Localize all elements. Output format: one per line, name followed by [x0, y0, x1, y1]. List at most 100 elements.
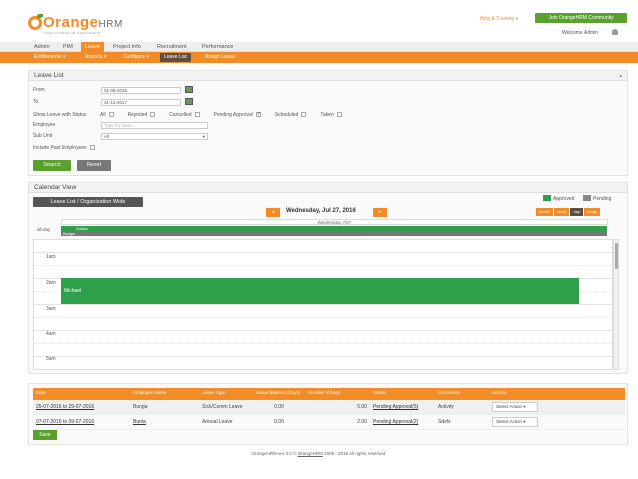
- submenu-reports[interactable]: Reports ▾: [81, 53, 110, 62]
- footer: OrangeHRM ver 3.0 © OrangeHRM 2005 - 201…: [251, 451, 387, 456]
- menu-recruitment[interactable]: Recruitment: [153, 42, 191, 52]
- pending-legend-swatch: [583, 195, 591, 201]
- leave-type-cell: Annual Leave: [199, 414, 253, 430]
- submenu-leave-list[interactable]: Leave List: [160, 53, 191, 62]
- employee-link[interactable]: Bunia: [133, 419, 146, 425]
- pending-legend-label: Pending: [593, 196, 612, 202]
- logo-suffix: HRM: [98, 19, 123, 30]
- status-checkboxes: All Rejected Cancelled Pending Approval …: [100, 111, 356, 118]
- leave-table: Date Employee Name Leave Type Leave Bala…: [33, 388, 625, 430]
- col-status: Status: [370, 388, 435, 400]
- table-row: 25-07-2016 to 29-07-2016 Bunga Sick/Comm…: [33, 400, 625, 415]
- calendar-title: Calendar View: [34, 184, 77, 191]
- employee-input[interactable]: Type for hints...: [101, 122, 208, 129]
- past-employees-checkbox[interactable]: [89, 145, 95, 151]
- menu-leave[interactable]: Leave: [81, 42, 104, 52]
- col-date[interactable]: Date: [33, 388, 130, 400]
- approved-legend-label: Approved: [553, 196, 575, 202]
- status-pending-label: Pending Approval: [213, 112, 253, 118]
- calendar-view-buttons: month week day today: [536, 208, 601, 216]
- leave-list-org-toggle[interactable]: Leave List / Organization Wide: [33, 197, 143, 207]
- day-column-header: Wednesday 7/27: [61, 219, 608, 225]
- status-scheduled-checkbox[interactable]: [301, 112, 307, 118]
- col-days: Number of Days: [305, 388, 370, 400]
- menu-admin[interactable]: Admin: [30, 42, 54, 52]
- status-scheduled-label: Scheduled: [274, 112, 299, 118]
- help-training-link[interactable]: Help & Training ▾: [480, 16, 518, 22]
- join-community-button[interactable]: Join OrangeHRM Community: [535, 13, 627, 23]
- col-balance: Leave Balance (Days): [253, 388, 305, 400]
- action-select[interactable]: Select Action ▾: [492, 402, 538, 412]
- status-rejected-checkbox[interactable]: [150, 112, 156, 118]
- status-taken-checkbox[interactable]: [336, 112, 342, 118]
- orangehrm-logo[interactable]: OrangeHRM: [28, 13, 123, 31]
- table-row: 07-07-2016 to 09-07-2016 Bunia Annual Le…: [33, 414, 625, 430]
- status-link[interactable]: Pending Approval(2): [373, 419, 418, 425]
- col-comments: Comments: [435, 388, 489, 400]
- status-cancelled-checkbox[interactable]: [194, 112, 200, 118]
- save-button[interactable]: Save: [33, 430, 57, 440]
- subunit-label: Sub Unit: [33, 133, 53, 139]
- allday-event[interactable]: Bunga: [61, 231, 607, 236]
- submenu-entitlements[interactable]: Entitlements ▾: [30, 53, 69, 62]
- from-date-input[interactable]: 01-06-2016: [101, 87, 181, 94]
- app-header: OrangeHRM OPEN SOURCE HR MANAGEMENT Help…: [0, 0, 638, 40]
- menu-pim[interactable]: PIM: [59, 42, 77, 52]
- col-leave-type[interactable]: Leave Type: [199, 388, 253, 400]
- calendar-icon[interactable]: [185, 98, 193, 105]
- to-date-input[interactable]: 31-12-2017: [101, 99, 181, 106]
- search-button[interactable]: Search: [33, 160, 71, 171]
- col-employee[interactable]: Employee Name: [130, 388, 199, 400]
- menu-project-info[interactable]: Project Info: [109, 42, 145, 52]
- status-rejected-label: Rejected: [127, 112, 148, 118]
- employee-label: Employee: [33, 122, 56, 128]
- leave-type-cell: Sick/Comm Leave: [199, 400, 253, 415]
- employee-cell: Bunga: [130, 400, 199, 415]
- welcome-user-link[interactable]: Welcome Admin: [562, 30, 598, 36]
- calendar-event[interactable]: Michael: [61, 278, 579, 304]
- time-label: 3am: [46, 306, 56, 312]
- view-month-button[interactable]: month: [536, 208, 554, 216]
- user-icon[interactable]: [612, 29, 618, 35]
- leave-table-panel: Date Employee Name Leave Type Leave Bala…: [28, 383, 628, 445]
- calendar-time-grid: [33, 239, 613, 370]
- submenu-configure[interactable]: Configure ▾: [119, 53, 153, 62]
- approved-legend-swatch: [543, 195, 551, 201]
- comment-cell[interactable]: Activity: [435, 400, 489, 415]
- status-cancelled-label: Cancelled: [169, 112, 192, 118]
- view-day-button[interactable]: day: [570, 208, 583, 216]
- menu-performance[interactable]: Performance: [198, 42, 238, 52]
- to-label: To: [33, 99, 39, 105]
- view-week-button[interactable]: week: [554, 208, 570, 216]
- status-all-checkbox[interactable]: [108, 112, 114, 118]
- status-pending-checkbox[interactable]: [255, 111, 261, 118]
- subunit-select[interactable]: All ▾: [101, 133, 208, 140]
- days-cell: 5.00: [305, 400, 370, 415]
- scroll-thumb[interactable]: [615, 243, 618, 269]
- chevron-down-icon: ▾: [202, 134, 205, 139]
- status-link[interactable]: Pending Approval(5): [373, 404, 418, 410]
- past-employees-label: Include Past Employees: [33, 145, 95, 151]
- subunit-value: All: [104, 134, 110, 139]
- reset-button[interactable]: Reset: [77, 160, 111, 171]
- table-header-row: Date Employee Name Leave Type Leave Bala…: [33, 388, 625, 400]
- comment-cell[interactable]: Sdsfs: [435, 414, 489, 430]
- leave-date-link[interactable]: 07-07-2016 to 09-07-2016: [36, 419, 94, 425]
- time-label: 5am: [46, 356, 56, 362]
- collapse-icon[interactable]: ▴: [619, 71, 622, 81]
- status-label: Show Leave with Status: [33, 112, 87, 118]
- calendar-date: Wednesday, Jul 27, 2016: [286, 208, 356, 214]
- calendar-icon[interactable]: [185, 86, 193, 93]
- next-day-button[interactable]: ▸: [373, 208, 387, 217]
- from-label: From: [33, 87, 45, 93]
- view-today-button[interactable]: today: [583, 208, 600, 216]
- footer-orangehrm-link[interactable]: OrangeHRM: [298, 451, 323, 456]
- submenu-assign-leave[interactable]: Assign Leave: [201, 53, 239, 62]
- leave-date-link[interactable]: 25-07-2016 to 29-07-2016: [36, 404, 94, 410]
- col-actions: Actions: [489, 388, 625, 400]
- calendar-scrollbar[interactable]: [613, 239, 619, 370]
- action-select[interactable]: Select Action ▾: [492, 417, 538, 427]
- leave-list-title: Leave List: [34, 72, 64, 79]
- all-day-label: all-day: [37, 227, 51, 232]
- prev-day-button[interactable]: ◂: [266, 208, 280, 217]
